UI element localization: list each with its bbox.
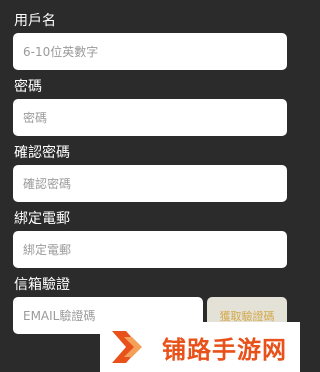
watermark-text: 铺路手游网 (162, 335, 287, 364)
username-input[interactable] (13, 33, 287, 70)
confirm-password-label: 確認密碼 (14, 145, 70, 161)
password-input[interactable] (13, 99, 287, 136)
email-input[interactable] (13, 231, 287, 268)
password-label: 密碼 (14, 79, 42, 95)
registration-form: 用戶名 密碼 確認密碼 綁定電郵 信箱驗證 獲取驗證碼 (0, 0, 300, 372)
confirm-password-input[interactable] (13, 165, 287, 202)
watermark-banner: 铺路手游网 (100, 322, 300, 372)
double-chevron-logo-icon (112, 331, 142, 363)
email-verification-label: 信箱驗證 (14, 277, 70, 293)
username-label: 用戶名 (14, 13, 56, 29)
email-label: 綁定電郵 (14, 211, 70, 227)
